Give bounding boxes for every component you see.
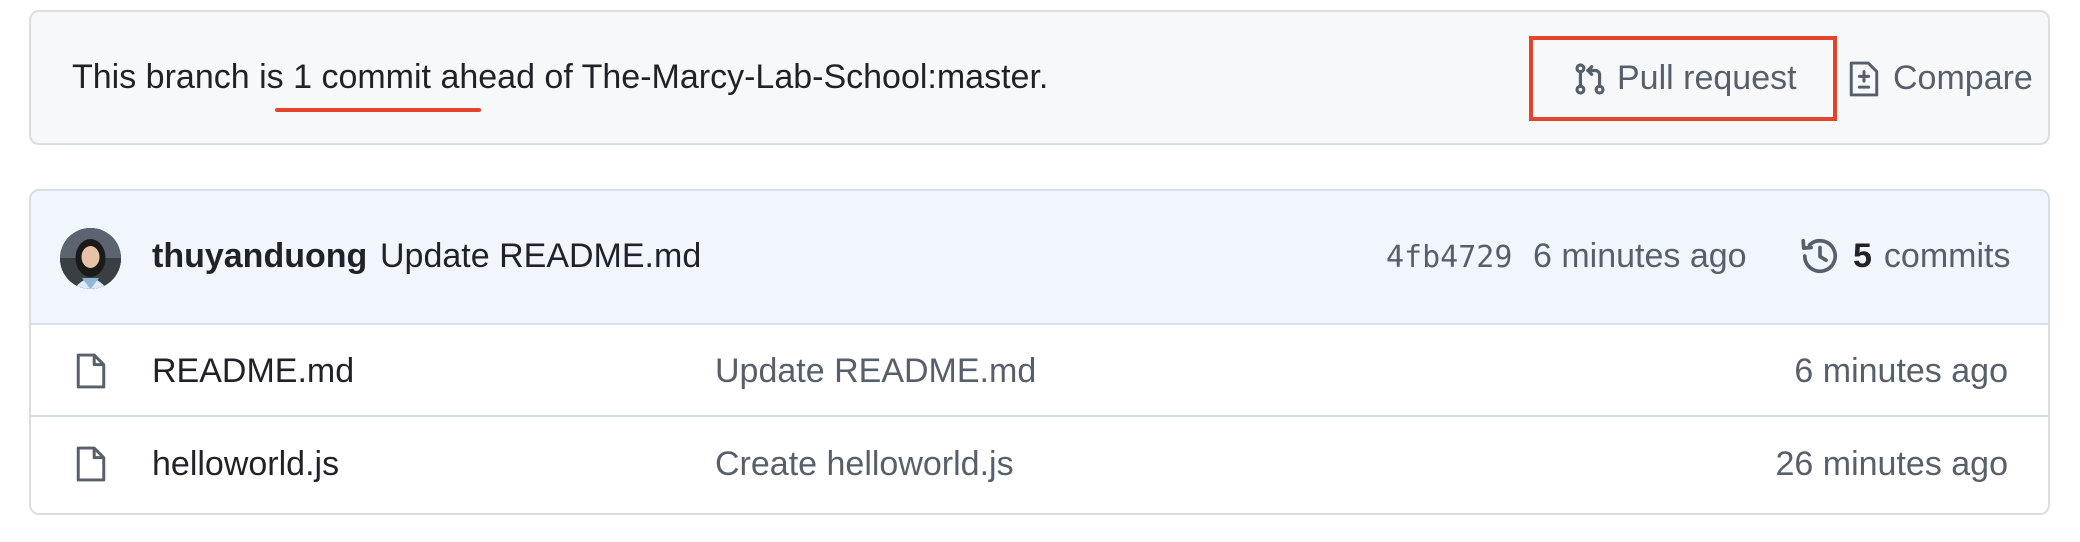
- branch-status-bar: This branch is 1 commit ahead of The-Mar…: [29, 10, 2050, 145]
- file-name[interactable]: README.md: [152, 351, 354, 391]
- compare-button[interactable]: Compare: [1847, 36, 2033, 121]
- file-row[interactable]: README.md Update README.md 6 minutes ago: [31, 325, 2048, 417]
- branch-status-text: This branch is 1 commit ahead of The-Mar…: [72, 58, 1049, 96]
- file-row[interactable]: helloworld.js Create helloworld.js 26 mi…: [31, 418, 2048, 510]
- git-pull-request-icon: [1573, 60, 1607, 98]
- file-icon: [74, 444, 108, 489]
- file-diff-icon: [1847, 59, 1881, 99]
- commit-message[interactable]: Update README.md: [380, 236, 701, 276]
- avatar[interactable]: [60, 228, 121, 289]
- pull-request-button[interactable]: Pull request: [1529, 36, 1837, 121]
- commit-time: 6 minutes ago: [1533, 237, 1747, 275]
- commit-sha[interactable]: 4fb4729: [1386, 238, 1512, 278]
- commits-label: commits: [1883, 237, 2011, 275]
- annotation-underline: [275, 108, 481, 112]
- compare-label: Compare: [1893, 59, 2033, 97]
- file-name[interactable]: helloworld.js: [152, 444, 339, 484]
- file-icon: [74, 351, 108, 396]
- pull-request-label: Pull request: [1617, 59, 1797, 97]
- commit-author[interactable]: thuyanduong: [152, 236, 367, 276]
- file-age: 26 minutes ago: [1775, 445, 2009, 483]
- file-commit-message[interactable]: Create helloworld.js: [715, 444, 1014, 484]
- latest-commit-header: thuyanduong Update README.md 4fb4729 6 m…: [31, 191, 2048, 325]
- history-icon: [1799, 235, 1841, 277]
- file-age: 6 minutes ago: [1794, 352, 2008, 390]
- file-listing: thuyanduong Update README.md 4fb4729 6 m…: [29, 189, 2050, 515]
- file-commit-message[interactable]: Update README.md: [715, 351, 1036, 391]
- commits-count: 5: [1853, 237, 1872, 275]
- commits-history-link[interactable]: 5 commits: [1799, 235, 2010, 277]
